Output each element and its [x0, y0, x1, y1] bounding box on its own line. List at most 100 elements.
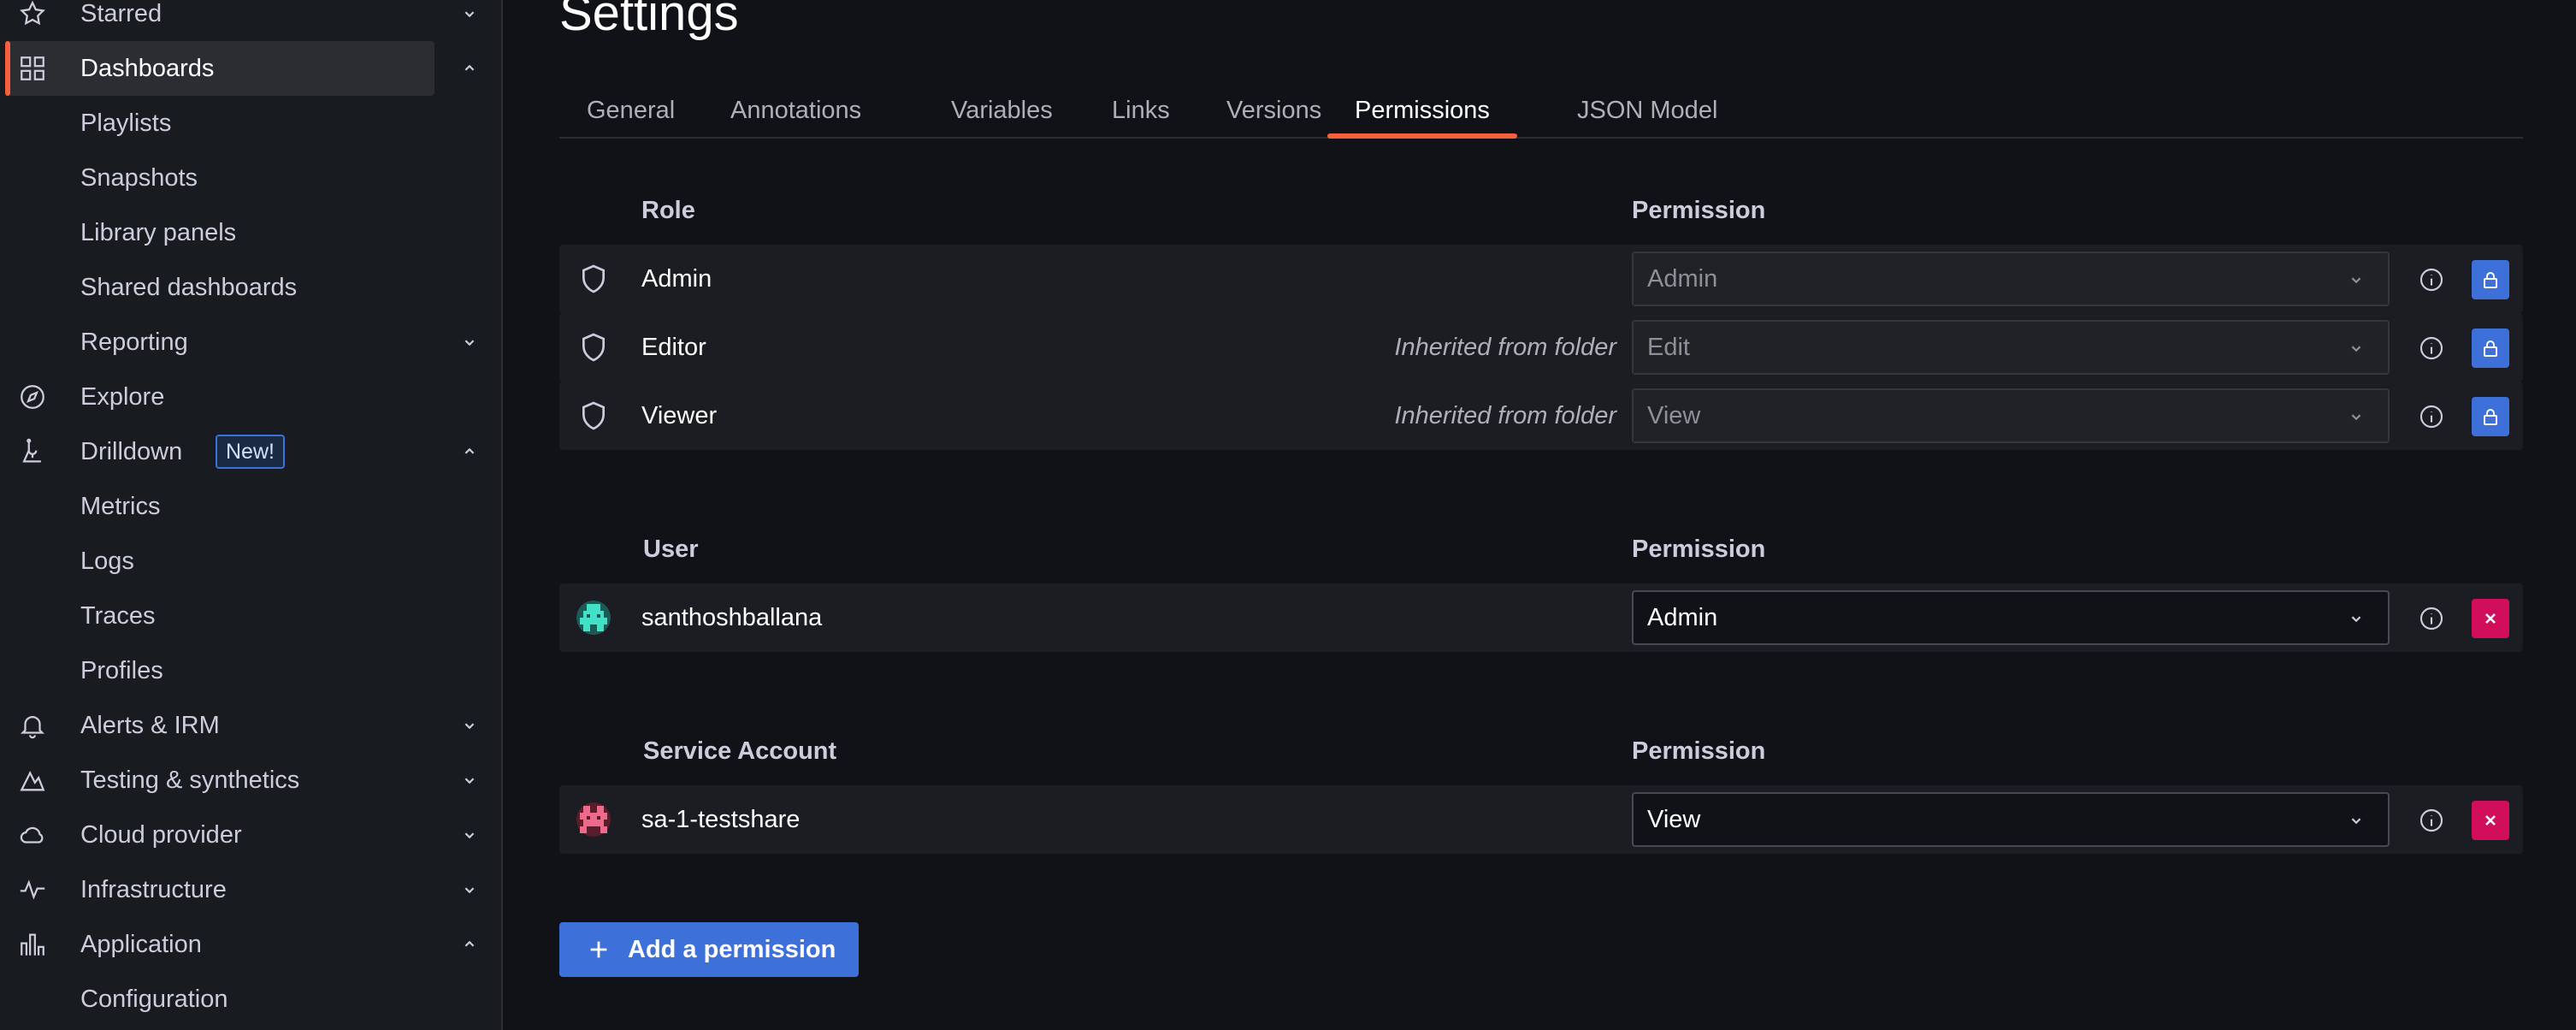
service-account-column-header: Service Account: [643, 737, 837, 765]
permission-column-header: Permission: [1632, 737, 1766, 765]
permission-select: Admin: [1632, 252, 2390, 306]
close-icon: [2485, 815, 2496, 826]
bell-icon: [17, 710, 48, 741]
role-name: Admin: [641, 264, 712, 293]
sidebar-item-playlists[interactable]: Playlists: [0, 96, 503, 151]
sidebar-item-label: Metrics: [80, 492, 161, 520]
shield-icon: [575, 397, 612, 435]
heartbeat-icon: [17, 874, 48, 905]
tab-permissions[interactable]: Permissions: [1327, 84, 1517, 139]
dashboards-grid-icon: [17, 53, 48, 84]
sidebar-item-dashboards[interactable]: Dashboards: [0, 41, 503, 96]
chevron-down-icon[interactable]: [458, 879, 481, 901]
sidebar-item-label: Profiles: [80, 656, 163, 684]
role-row-viewer: Viewer Inherited from folder View: [559, 382, 2523, 450]
permission-value: Edit: [1647, 333, 1690, 361]
add-permission-button[interactable]: Add a permission: [559, 922, 859, 977]
sidebar-item-infrastructure[interactable]: Infrastructure: [0, 862, 503, 917]
permission-select: Edit: [1632, 320, 2390, 375]
sidebar-item-application[interactable]: Application: [0, 917, 503, 972]
chevron-down-icon: [2351, 277, 2361, 284]
sidebar: Starred Dashboards Playlists Snapshots L…: [0, 0, 503, 1030]
role-name: Viewer: [641, 401, 718, 429]
sidebar-item-metrics[interactable]: Metrics: [0, 479, 503, 534]
sidebar-item-cloud-provider[interactable]: Cloud provider: [0, 808, 503, 862]
sidebar-item-label: Configuration: [80, 985, 228, 1013]
tab-general[interactable]: General: [559, 84, 702, 137]
lock-icon: [2484, 340, 2497, 357]
sidebar-item-label: Traces: [80, 601, 156, 630]
remove-permission-button[interactable]: [2472, 599, 2509, 638]
chevron-up-icon[interactable]: [458, 933, 481, 956]
sidebar-item-traces[interactable]: Traces: [0, 589, 503, 643]
sidebar-item-label: Testing & synthetics: [80, 766, 300, 794]
chevron-down-icon[interactable]: [458, 824, 481, 846]
permission-select[interactable]: Admin: [1632, 590, 2390, 645]
chevron-down-icon[interactable]: [458, 714, 481, 737]
sidebar-item-label: Logs: [80, 547, 134, 575]
settings-tabs: General Annotations Variables Links Vers…: [559, 84, 2523, 139]
sidebar-item-reporting[interactable]: Reporting: [0, 315, 503, 370]
sidebar-item-label: Application: [80, 930, 202, 958]
sidebar-item-alerts-irm[interactable]: Alerts & IRM: [0, 698, 503, 753]
sidebar-item-testing-synthetics[interactable]: Testing & synthetics: [0, 753, 503, 808]
shield-icon: [575, 260, 612, 298]
info-icon[interactable]: [2417, 265, 2446, 294]
info-icon[interactable]: [2417, 402, 2446, 431]
sidebar-item-label: Alerts & IRM: [80, 711, 220, 739]
permission-value: Admin: [1647, 603, 1718, 631]
tab-links[interactable]: Links: [1084, 84, 1197, 137]
chevron-down-icon[interactable]: [458, 769, 481, 791]
service-account-name: sa-1-testshare: [641, 805, 801, 833]
role-name: Editor: [641, 333, 706, 361]
sidebar-item-configuration[interactable]: Configuration: [0, 972, 503, 1027]
plus-icon: [590, 941, 607, 958]
sidebar-item-label: Shared dashboards: [80, 273, 298, 301]
tab-variables[interactable]: Variables: [924, 84, 1080, 137]
sidebar-item-label: Library panels: [80, 218, 237, 246]
lock-button[interactable]: [2472, 260, 2509, 299]
sidebar-item-logs[interactable]: Logs: [0, 534, 503, 589]
shield-icon: [575, 329, 612, 366]
lock-button[interactable]: [2472, 329, 2509, 368]
chevron-up-icon[interactable]: [458, 57, 481, 80]
info-icon[interactable]: [2417, 334, 2446, 363]
tab-annotations[interactable]: Annotations: [703, 84, 889, 137]
active-indicator: [5, 41, 10, 96]
chevron-down-icon[interactable]: [458, 331, 481, 353]
chevron-up-icon[interactable]: [458, 441, 481, 463]
tab-json-model[interactable]: JSON Model: [1550, 84, 1745, 137]
avatar: [575, 801, 612, 838]
permission-column-header: Permission: [1632, 197, 1766, 224]
permission-select[interactable]: View: [1632, 792, 2390, 847]
chevron-down-icon: [2351, 616, 2361, 623]
sidebar-item-label: Reporting: [80, 328, 188, 356]
permission-value: Admin: [1647, 264, 1718, 293]
sidebar-item-drilldown[interactable]: Drilldown New!: [0, 424, 503, 479]
sidebar-item-profiles[interactable]: Profiles: [0, 643, 503, 698]
permission-select: View: [1632, 388, 2390, 443]
user-column-header: User: [643, 536, 699, 563]
chevron-down-icon[interactable]: [458, 3, 481, 25]
info-icon[interactable]: [2417, 806, 2446, 835]
sidebar-item-label: Playlists: [80, 109, 172, 137]
tab-versions[interactable]: Versions: [1199, 84, 1349, 137]
sidebar-item-explore[interactable]: Explore: [0, 370, 503, 424]
permission-column-header: Permission: [1632, 536, 1766, 563]
chevron-down-icon: [2351, 346, 2361, 352]
lock-icon: [2484, 272, 2497, 288]
info-icon[interactable]: [2417, 604, 2446, 633]
app-root: Starred Dashboards Playlists Snapshots L…: [0, 0, 2576, 1030]
remove-permission-button[interactable]: [2472, 801, 2509, 840]
add-permission-label: Add a permission: [628, 935, 836, 963]
sidebar-item-starred[interactable]: Starred: [0, 0, 503, 41]
compass-icon: [17, 382, 48, 412]
page-title: Settings: [559, 0, 739, 41]
permission-value: View: [1647, 401, 1701, 429]
sidebar-item-shared-dashboards[interactable]: Shared dashboards: [0, 260, 503, 315]
sidebar-item-label: Infrastructure: [80, 875, 227, 903]
permission-value: View: [1647, 805, 1701, 833]
sidebar-item-snapshots[interactable]: Snapshots: [0, 151, 503, 205]
sidebar-item-library-panels[interactable]: Library panels: [0, 205, 503, 260]
lock-button[interactable]: [2472, 397, 2509, 436]
